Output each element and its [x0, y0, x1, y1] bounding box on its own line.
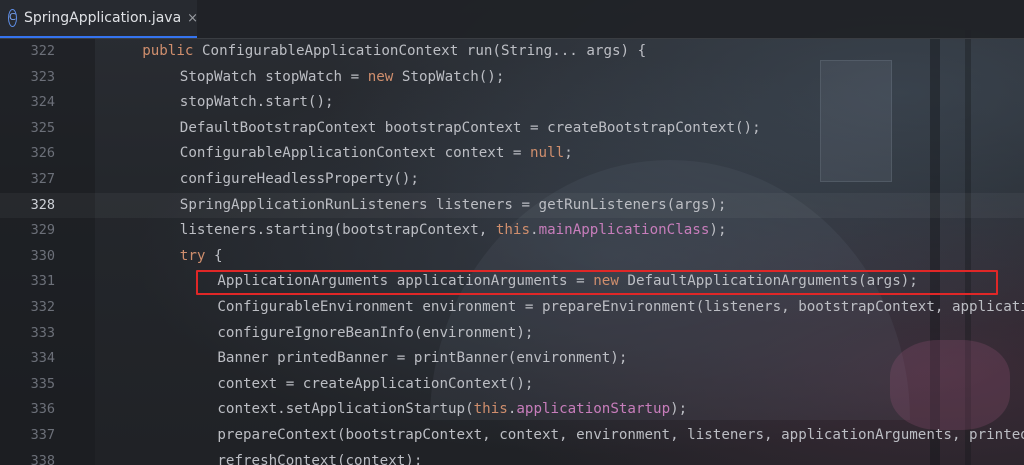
- code-token: StopWatch();: [401, 68, 505, 85]
- code-line[interactable]: 332 ConfigurableEnvironment environment =…: [0, 295, 1024, 321]
- code-token: DefaultBootstrapContext bootstrapContext…: [179, 119, 761, 136]
- code-line[interactable]: 337 prepareContext(bootstrapContext, cont…: [0, 423, 1024, 449]
- code-token: ConfigurableApplicationContext: [201, 43, 467, 59]
- code-text: ConfigurableApplicationContext context =…: [180, 141, 573, 167]
- tab-springapplication-java[interactable]: C SpringApplication.java ×: [0, 0, 198, 38]
- code-token: );: [709, 222, 727, 239]
- line-number: 332: [30, 299, 55, 315]
- code-text: DefaultBootstrapContext bootstrapContext…: [180, 116, 761, 142]
- code-text: ConfigurableEnvironment environment = pr…: [217, 295, 1024, 321]
- code-line[interactable]: 334 Banner printedBanner = printBanner(en…: [0, 346, 1024, 372]
- code-line[interactable]: 324 stopWatch.start();: [0, 90, 1024, 116]
- field-token: mainApplicationClass: [538, 222, 710, 239]
- keyword-token: try: [179, 247, 214, 264]
- highlight-box: [196, 270, 998, 295]
- code-text: refreshContext(context);: [217, 449, 422, 465]
- code-editor[interactable]: C SpringApplication.java × 322 public Con…: [0, 0, 1024, 465]
- code-token: );: [670, 401, 688, 418]
- code-token: stopWatch.start();: [179, 94, 334, 111]
- code-token: ConfigurableApplicationContext context =: [179, 145, 531, 162]
- editor-tab-bar: C SpringApplication.java ×: [0, 0, 1024, 39]
- keyword-token: this: [495, 222, 531, 239]
- keyword-token: public: [142, 43, 202, 59]
- code-text: listeners.starting(bootstrapContext, thi…: [180, 218, 727, 244]
- code-token: SpringApplicationRunListeners listeners …: [179, 196, 727, 213]
- code-token: configureIgnoreBeanInfo(environment);: [217, 324, 534, 341]
- line-number: 327: [30, 171, 55, 187]
- code-line[interactable]: 323 StopWatch stopWatch = new StopWatch()…: [0, 65, 1024, 91]
- line-number: 336: [30, 401, 55, 418]
- code-line[interactable]: 326 ConfigurableApplicationContext contex…: [0, 141, 1024, 167]
- field-token: applicationStartup: [516, 401, 671, 418]
- code-line[interactable]: 328 SpringApplicationRunListeners listene…: [0, 192, 1024, 219]
- code-line[interactable]: 329 listeners.starting(bootstrapContext, …: [0, 218, 1024, 244]
- code-token: (String... args) {: [492, 43, 647, 59]
- line-number: 325: [30, 119, 55, 136]
- code-token: {: [213, 247, 223, 264]
- code-text: SpringApplicationRunListeners listeners …: [180, 193, 727, 219]
- line-number: 335: [30, 375, 55, 392]
- close-icon[interactable]: ×: [187, 11, 198, 26]
- code-token: ConfigurableEnvironment environment = pr…: [217, 299, 1024, 315]
- code-text: configureIgnoreBeanInfo(environment);: [217, 321, 533, 347]
- line-number: 322: [30, 43, 55, 59]
- code-text: StopWatch stopWatch = new StopWatch();: [180, 65, 505, 91]
- keyword-token: this: [473, 401, 508, 418]
- code-line[interactable]: 325 DefaultBootstrapContext bootstrapCont…: [0, 116, 1024, 142]
- code-token: StopWatch stopWatch =: [179, 68, 368, 85]
- code-text: prepareContext(bootstrapContext, context…: [217, 423, 1024, 449]
- code-token: run: [466, 43, 493, 59]
- code-token: ;: [564, 145, 573, 162]
- code-text: stopWatch.start();: [180, 90, 334, 116]
- code-token: context.setApplicationStartup(: [217, 401, 474, 418]
- code-text: context.setApplicationStartup(this.appli…: [217, 397, 687, 423]
- keyword-token: null: [530, 145, 565, 162]
- code-token: prepareContext(bootstrapContext, context…: [217, 427, 1024, 443]
- code-line[interactable]: 330 try {: [0, 244, 1024, 270]
- line-number: 338: [30, 452, 55, 465]
- code-text: configureHeadlessProperty();: [180, 167, 419, 193]
- code-text: context = createApplicationContext();: [217, 372, 533, 398]
- code-text: Banner printedBanner = printBanner(envir…: [217, 346, 627, 372]
- tab-label: SpringApplication.java: [23, 10, 182, 26]
- class-c-icon: C: [8, 9, 17, 27]
- code-token: context = createApplicationContext();: [217, 375, 534, 392]
- code-line[interactable]: 338 refreshContext(context);: [0, 449, 1024, 465]
- code-token: .: [530, 222, 539, 239]
- line-number: 324: [30, 94, 55, 111]
- code-line[interactable]: 327 configureHeadlessProperty();: [0, 167, 1024, 193]
- code-text: public ConfigurableApplicationContext ru…: [142, 39, 646, 65]
- line-number: 337: [30, 427, 55, 443]
- code-line[interactable]: 335 context = createApplicationContext();: [0, 372, 1024, 398]
- keyword-token: new: [367, 68, 402, 85]
- code-line[interactable]: 333 configureIgnoreBeanInfo(environment);: [0, 321, 1024, 347]
- code-line[interactable]: 322 public ConfigurableApplicationContext…: [0, 39, 1024, 65]
- line-number: 333: [30, 324, 55, 341]
- code-token: listeners.starting(bootstrapContext,: [179, 222, 496, 239]
- line-number: 329: [30, 222, 55, 239]
- line-number: 328: [30, 196, 55, 213]
- line-number: 331: [30, 273, 55, 290]
- line-number: 323: [30, 68, 55, 85]
- code-area[interactable]: 322 public ConfigurableApplicationContext…: [0, 38, 1024, 465]
- code-token: Banner printedBanner = printBanner(envir…: [217, 350, 628, 367]
- code-token: refreshContext(context);: [217, 452, 423, 465]
- code-token: configureHeadlessProperty();: [179, 171, 419, 187]
- line-number: 326: [30, 145, 55, 162]
- code-line[interactable]: 336 context.setApplicationStartup(this.ap…: [0, 397, 1024, 423]
- code-text: try {: [180, 244, 223, 270]
- line-number: 334: [30, 350, 55, 367]
- line-number: 330: [30, 247, 55, 264]
